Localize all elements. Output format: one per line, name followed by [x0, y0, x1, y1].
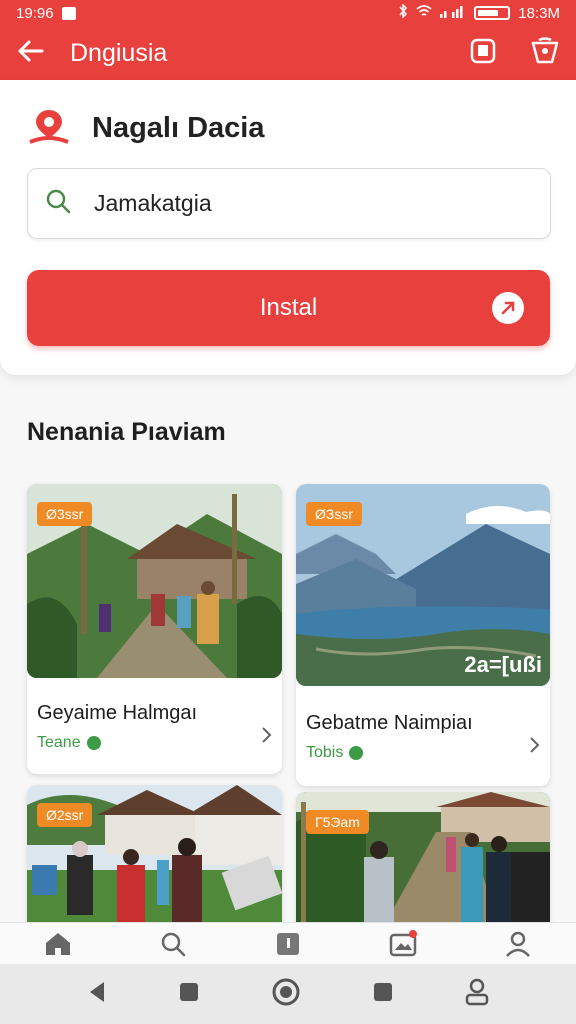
location-card: Nagalı Dacia Jamakatgia Instal — [0, 80, 576, 375]
place-photo: Г5Эam — [296, 792, 550, 922]
signal-icon — [440, 4, 466, 22]
bottom-navigation — [0, 922, 576, 964]
map-pin-icon — [28, 108, 70, 149]
nav-search-icon[interactable] — [153, 924, 193, 964]
notification-icon — [61, 6, 76, 20]
tile-title: Geyaime Halmgaı — [37, 702, 198, 724]
location-name: Nagalı Dacia — [92, 112, 265, 144]
home-icon[interactable] — [271, 977, 301, 1012]
bluetooth-icon — [398, 3, 408, 22]
accessibility-icon[interactable] — [464, 978, 490, 1011]
section-title: Nenania Pıaviam — [27, 418, 226, 446]
tile-badge: Ø2ssr — [37, 803, 93, 827]
place-photo: Ø3ssr — [27, 484, 282, 678]
nav-profile-icon[interactable] — [498, 924, 538, 964]
back-icon[interactable] — [86, 980, 108, 1009]
search-value: Jamakatgia — [94, 190, 212, 216]
tile-meta-text: Teane — [37, 734, 81, 751]
place-photo: Ø2ssr — [27, 785, 282, 922]
tablet-icon[interactable] — [470, 38, 496, 69]
nav-document-icon[interactable] — [268, 924, 308, 964]
photo-caption: 2a=[ußi — [464, 652, 542, 677]
app-bar: Dngiusia — [0, 26, 576, 80]
place-card[interactable]: ØЗssr 2a=[ußi Gebatme Naimpiaı Tobis — [296, 484, 550, 786]
place-card[interactable]: Г5Эam — [296, 792, 550, 922]
chevron-right-icon — [260, 726, 272, 749]
tile-badge: ØЗssr — [306, 502, 363, 526]
place-card[interactable]: Ø2ssr — [27, 785, 282, 922]
install-label: Instal — [259, 294, 318, 321]
system-navigation-bar — [0, 964, 576, 1024]
tile-title: Gebatme Naimpiaı — [306, 712, 473, 734]
location-row: Nagalı Dacia — [28, 108, 264, 149]
search-icon — [44, 187, 72, 220]
status-dot-icon — [349, 746, 364, 760]
tile-badge: Ø3ssr — [37, 502, 93, 526]
tile-meta: Tobis — [306, 744, 364, 762]
place-photo: ØЗssr 2a=[ußi — [296, 484, 550, 686]
place-card[interactable]: Ø3ssr Geyaime Halmgaı Teane — [27, 484, 282, 774]
app-title: Dngiusia — [70, 38, 168, 67]
notification-dot — [409, 929, 418, 938]
status-time-right: 18:3M — [518, 4, 560, 22]
back-arrow-icon[interactable] — [16, 39, 44, 68]
search-input[interactable]: Jamakatgia — [27, 168, 551, 239]
tile-meta: Teane — [37, 734, 101, 752]
nav-home-icon[interactable] — [38, 924, 78, 964]
cup-icon[interactable] — [530, 36, 560, 70]
recents-icon[interactable] — [373, 982, 393, 1007]
status-bar: 19:96 18:3M — [0, 0, 576, 26]
tile-meta-text: Tobis — [306, 744, 344, 761]
status-time: 19:96 — [16, 4, 54, 22]
nav-gallery-icon[interactable] — [383, 924, 423, 964]
square-icon[interactable] — [179, 982, 199, 1007]
status-dot-icon — [86, 736, 101, 750]
go-arrow-icon — [492, 292, 524, 324]
chevron-right-icon — [528, 736, 540, 759]
battery-icon — [474, 6, 511, 20]
wifi-icon — [416, 4, 432, 22]
tile-badge: Г5Эam — [306, 810, 369, 834]
install-button[interactable]: Instal — [27, 270, 550, 346]
